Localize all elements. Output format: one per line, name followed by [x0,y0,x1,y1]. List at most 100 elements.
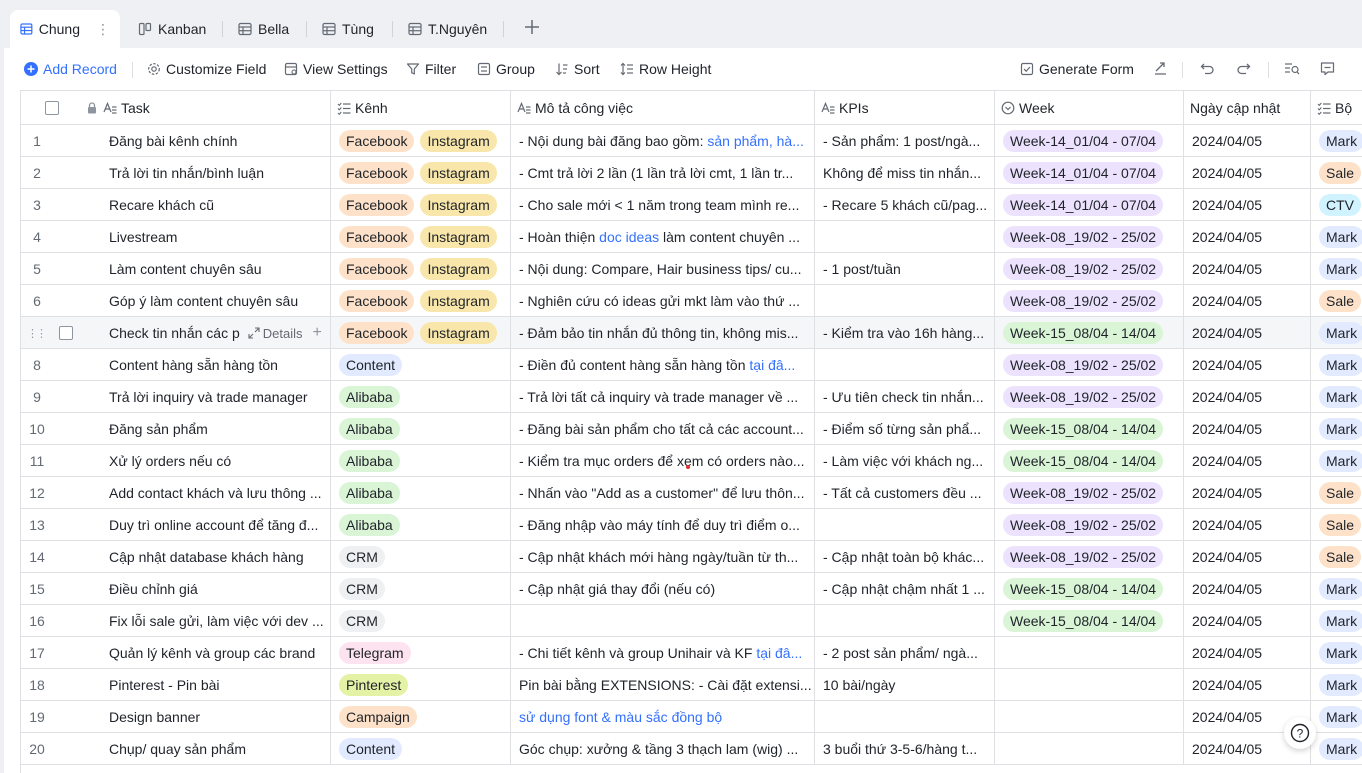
task-cell[interactable]: Livestream [103,221,331,253]
kenh-cell[interactable]: Alibaba [331,445,511,477]
table-row[interactable]: 9 Trả lời inquiry và trade manager Alibaba… [21,381,1362,413]
row-details-button[interactable]: Details [248,326,303,341]
kpi-cell[interactable]: - 1 post/tuần [815,253,995,285]
date-cell[interactable]: 2024/04/05 [1184,445,1311,477]
date-cell[interactable]: 2024/04/05 [1184,189,1311,221]
kpi-cell[interactable]: - Ưu tiên check tin nhắn... [815,381,995,413]
kpi-cell[interactable]: - Làm việc với khách ng... [815,445,995,477]
task-cell[interactable]: Fix lỗi sale gửi, làm việc với dev ... [103,605,331,637]
comment-icon[interactable] [1320,61,1335,76]
task-cell[interactable]: Điều chỉnh giá [103,573,331,605]
department-cell[interactable]: Sale [1311,477,1362,509]
description-cell[interactable]: - Cmt trả lời 2 lần (1 lần trả lời cmt, … [511,157,815,189]
department-cell[interactable]: Mark [1311,317,1362,349]
tab-more-icon[interactable]: ⋮ [96,21,110,38]
description-cell[interactable]: - Cập nhật khách mới hàng ngày/tuần từ t… [511,541,815,573]
date-cell[interactable]: 2024/04/05 [1184,125,1311,157]
table-row[interactable]: 11 Xử lý orders nếu có Alibaba - Kiểm tra m… [21,445,1362,477]
description-cell[interactable]: Pin bài bằng EXTENSIONS: - Cài đặt exten… [511,669,815,701]
table-row[interactable]: 18 Pinterest - Pin bài Pinterest Pin bài bằ… [21,669,1362,701]
kenh-cell[interactable]: Facebook Instagram [331,285,511,317]
filter-button[interactable]: Filter [406,60,456,78]
department-cell[interactable]: Mark [1311,445,1362,477]
add-icon[interactable]: + [313,324,322,342]
date-cell[interactable]: 2024/04/05 [1184,381,1311,413]
date-cell[interactable]: 2024/04/05 [1184,541,1311,573]
date-cell[interactable]: 2024/04/05 [1184,477,1311,509]
share-icon[interactable] [1153,61,1168,76]
task-cell[interactable]: Chụp/ quay sản phẩm [103,733,331,765]
table-row[interactable]: 13 Duy trì online account để tăng đ... Ali… [21,509,1362,541]
week-cell[interactable]: Week-08_19/02 - 25/02 [995,285,1184,317]
table-row[interactable]: 4 Livestream Facebook Instagram - Hoàn thiện… [21,221,1362,253]
description-cell[interactable] [511,605,815,637]
task-cell[interactable]: Duy trì online account để tăng đ... [103,509,331,541]
kenh-cell[interactable]: Facebook Instagram [331,157,511,189]
description-cell[interactable]: - Chi tiết kênh và group Unihair và KF t… [511,637,815,669]
column-header-mota[interactable]: Mô tả công việc [511,91,815,125]
description-cell[interactable]: - Cho sale mới < 1 năm trong team mình r… [511,189,815,221]
column-header-kpis[interactable]: KPIs [815,91,995,125]
department-cell[interactable]: Mark [1311,605,1362,637]
description-cell[interactable]: - Nội dung bài đăng bao gồm: sản phẩm, h… [511,125,815,157]
date-cell[interactable]: 2024/04/05 [1184,573,1311,605]
kpi-cell[interactable] [815,221,995,253]
description-link[interactable]: tại đâ... [756,645,802,661]
description-cell[interactable]: - Hoàn thiện doc ideas làm content chuyê… [511,221,815,253]
view-settings-button[interactable]: View Settings [284,60,388,78]
week-cell[interactable]: Week-08_19/02 - 25/02 [995,349,1184,381]
add-record-button[interactable]: Add Record [24,60,117,78]
kenh-cell[interactable]: Alibaba [331,413,511,445]
week-cell[interactable]: Week-14_01/04 - 07/04 [995,157,1184,189]
week-cell[interactable]: Week-15_08/04 - 14/04 [995,605,1184,637]
task-cell[interactable]: Check tin nhắn các p Details + [103,317,331,349]
date-cell[interactable]: 2024/04/05 [1184,669,1311,701]
table-row[interactable]: 1 Đăng bài kênh chính Facebook Instagram - N… [21,125,1362,157]
task-cell[interactable]: Đăng bài kênh chính [103,125,331,157]
kenh-cell[interactable]: Facebook Instagram [331,317,511,349]
column-header-week[interactable]: Week [995,91,1184,125]
department-cell[interactable]: Mark [1311,125,1362,157]
department-cell[interactable]: Mark [1311,733,1362,765]
date-cell[interactable]: 2024/04/05 [1184,413,1311,445]
kenh-cell[interactable]: Alibaba [331,381,511,413]
kpi-cell[interactable]: - 2 post sản phẩm/ ngà... [815,637,995,669]
kenh-cell[interactable]: Pinterest [331,669,511,701]
description-cell[interactable]: - Đăng nhập vào máy tính để duy trì điểm… [511,509,815,541]
kpi-cell[interactable] [815,509,995,541]
department-cell[interactable]: Sale [1311,509,1362,541]
department-cell[interactable]: Mark [1311,637,1362,669]
table-row[interactable]: 14 Cập nhật database khách hàng CRM - Cập n… [21,541,1362,573]
help-button[interactable]: ? [1284,717,1316,749]
task-cell[interactable]: Làm content chuyên sâu [103,253,331,285]
description-cell[interactable]: sử dụng font & màu sắc đồng bộ [511,701,815,733]
description-link[interactable]: doc ideas [599,229,659,245]
week-cell[interactable] [995,637,1184,669]
kenh-cell[interactable]: Facebook Instagram [331,189,511,221]
department-cell[interactable]: Mark [1311,669,1362,701]
kenh-cell[interactable]: Facebook Instagram [331,221,511,253]
table-row[interactable]: 15 Điều chỉnh giá CRM - Cập nhật giá thay đ… [21,573,1362,605]
group-button[interactable]: Group [477,60,535,78]
table-row[interactable]: 5 Làm content chuyên sâu Facebook Instagram… [21,253,1362,285]
search-records-icon[interactable] [1284,61,1300,76]
task-cell[interactable]: Recare khách cũ [103,189,331,221]
week-cell[interactable]: Week-15_08/04 - 14/04 [995,445,1184,477]
description-cell[interactable]: - Đảm bảo tin nhắn đủ thông tin, không m… [511,317,815,349]
task-cell[interactable]: Cập nhật database khách hàng [103,541,331,573]
table-row[interactable]: 2 Trả lời tin nhắn/bình luận Facebook Insta… [21,157,1362,189]
week-cell[interactable]: Week-08_19/02 - 25/02 [995,381,1184,413]
week-cell[interactable] [995,669,1184,701]
department-cell[interactable]: Mark [1311,381,1362,413]
date-cell[interactable]: 2024/04/05 [1184,253,1311,285]
date-cell[interactable]: 2024/04/05 [1184,221,1311,253]
kenh-cell[interactable]: Content [331,349,511,381]
date-cell[interactable]: 2024/04/05 [1184,605,1311,637]
kenh-cell[interactable]: Alibaba [331,477,511,509]
table-row[interactable]: 19 Design banner Campaign sử dụng font & mà… [21,701,1362,733]
kenh-cell[interactable]: CRM [331,541,511,573]
redo-icon[interactable] [1236,61,1251,76]
week-cell[interactable]: Week-15_08/04 - 14/04 [995,413,1184,445]
department-cell[interactable]: Mark [1311,221,1362,253]
description-cell[interactable]: - Nghiên cứu có ideas gửi mkt làm vào th… [511,285,815,317]
